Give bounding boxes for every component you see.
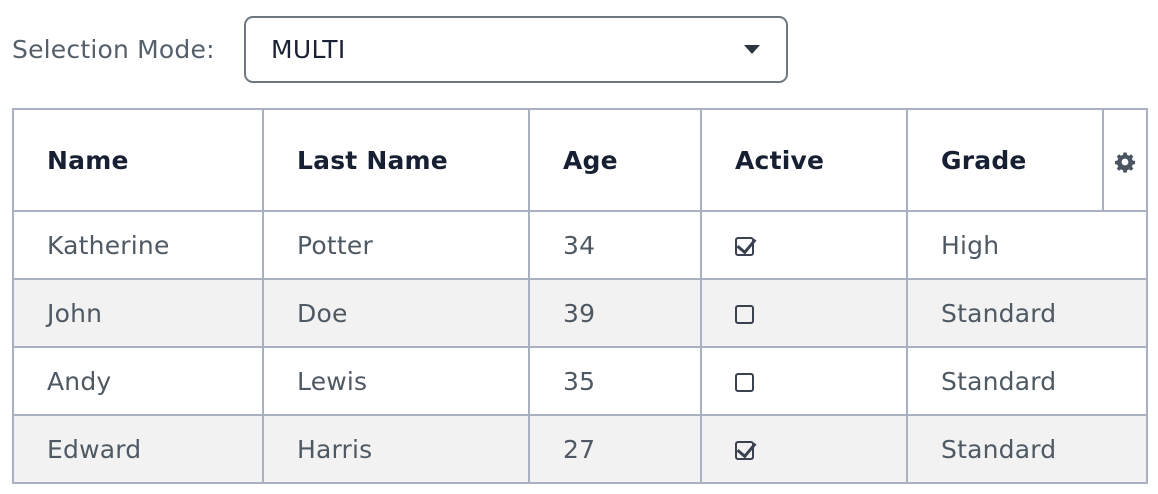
data-grid: Name Last Name Age Active Grade Katherin…: [12, 108, 1148, 484]
cell-age: 39: [528, 278, 702, 348]
active-checkbox[interactable]: [735, 373, 754, 392]
cell-active: [700, 414, 908, 484]
selection-mode-row: Selection Mode: MULTI: [12, 16, 788, 83]
header-row: Name Last Name Age Active Grade: [12, 108, 1148, 212]
column-header-name[interactable]: Name: [12, 108, 264, 212]
table-row[interactable]: Edward Harris 27 Standard: [12, 414, 1148, 484]
selection-mode-value: MULTI: [271, 35, 346, 64]
cell-last-name: Harris: [262, 414, 530, 484]
settings-button[interactable]: [1102, 108, 1148, 212]
cell-grade: Standard: [906, 414, 1103, 484]
active-checkbox[interactable]: [735, 441, 754, 460]
cell-last-name: Doe: [262, 278, 530, 348]
cell-filler: [1103, 210, 1148, 280]
cell-active: [700, 278, 908, 348]
cell-active: [700, 346, 908, 416]
cell-grade: Standard: [906, 346, 1103, 416]
column-header-grade[interactable]: Grade: [906, 108, 1104, 212]
table-row[interactable]: Katherine Potter 34 High: [12, 210, 1148, 280]
cell-age: 35: [528, 346, 702, 416]
active-checkbox[interactable]: [735, 305, 754, 324]
cell-age: 27: [528, 414, 702, 484]
selection-mode-label: Selection Mode:: [12, 35, 215, 64]
cell-name: Katherine: [12, 210, 264, 280]
cell-grade: Standard: [906, 278, 1103, 348]
cell-name: Edward: [12, 414, 264, 484]
cell-last-name: Lewis: [262, 346, 530, 416]
table-row[interactable]: John Doe 39 Standard: [12, 278, 1148, 348]
column-header-age[interactable]: Age: [528, 108, 702, 212]
cell-grade: High: [906, 210, 1103, 280]
column-header-active[interactable]: Active: [700, 108, 908, 212]
cell-active: [700, 210, 908, 280]
cell-name: John: [12, 278, 264, 348]
cell-filler: [1103, 346, 1148, 416]
selection-mode-dropdown[interactable]: MULTI: [244, 16, 788, 83]
caret-down-icon: [744, 45, 760, 54]
gear-icon: [1115, 152, 1136, 173]
cell-age: 34: [528, 210, 702, 280]
column-header-last-name[interactable]: Last Name: [262, 108, 530, 212]
cell-last-name: Potter: [262, 210, 530, 280]
cell-filler: [1103, 278, 1148, 348]
table-row[interactable]: Andy Lewis 35 Standard: [12, 346, 1148, 416]
cell-filler: [1103, 414, 1148, 484]
cell-name: Andy: [12, 346, 264, 416]
active-checkbox[interactable]: [735, 237, 754, 256]
